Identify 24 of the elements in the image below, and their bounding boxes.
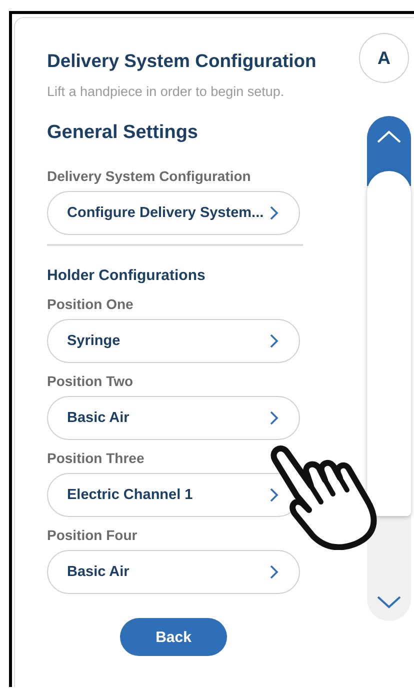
scroll-down-button[interactable] — [376, 595, 402, 609]
select-button[interactable]: Basic Air — [47, 396, 300, 440]
field-label: Position Two — [47, 372, 134, 390]
select-button[interactable]: Syringe — [47, 319, 300, 363]
instruction-text: Lift a handpiece in order to begin setup. — [47, 83, 286, 101]
section-heading: General Settings — [47, 121, 199, 145]
field-label: Position Three — [47, 449, 146, 467]
chevron-right-icon — [269, 564, 279, 580]
back-button[interactable]: Back — [120, 618, 227, 656]
chevron-down-icon — [376, 595, 402, 609]
user-avatar[interactable]: A — [359, 33, 409, 83]
chevron-right-icon — [269, 333, 279, 349]
chevron-right-icon — [269, 410, 279, 426]
section-heading: Holder Configurations — [47, 266, 206, 286]
field-label: Position One — [47, 295, 134, 313]
select-button[interactable]: Configure Delivery System... — [47, 191, 300, 235]
field-label: Delivery System Configuration — [47, 167, 252, 185]
chevron-up-icon — [376, 130, 402, 144]
chevron-right-icon — [269, 205, 279, 221]
chevron-right-icon — [269, 487, 279, 503]
scrollbar-thumb[interactable] — [367, 171, 411, 516]
field-label: Position Four — [47, 526, 138, 544]
page-title: Delivery System Configuration — [47, 49, 315, 73]
select-button[interactable]: Basic Air — [47, 550, 300, 594]
